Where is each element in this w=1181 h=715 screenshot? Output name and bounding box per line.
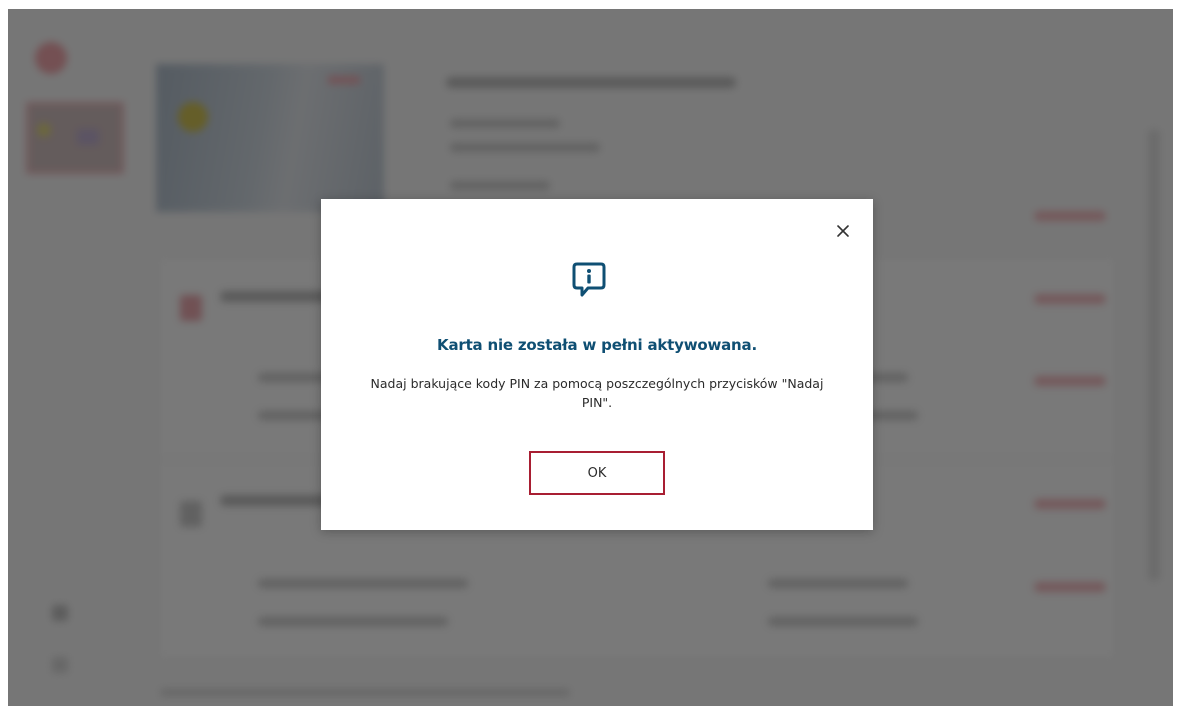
info-dialog: Karta nie została w pełni aktywowana. Na… — [321, 199, 873, 530]
close-icon — [837, 225, 849, 237]
ok-button[interactable]: OK — [529, 451, 665, 495]
app-window: Karta nie została w pełni aktywowana. Na… — [8, 9, 1173, 706]
close-button[interactable] — [831, 219, 855, 243]
info-chat-icon — [572, 262, 606, 297]
dialog-title: Karta nie została w pełni aktywowana. — [437, 336, 757, 354]
dialog-message: Nadaj brakujące kody PIN za pomocą poszc… — [370, 376, 824, 410]
